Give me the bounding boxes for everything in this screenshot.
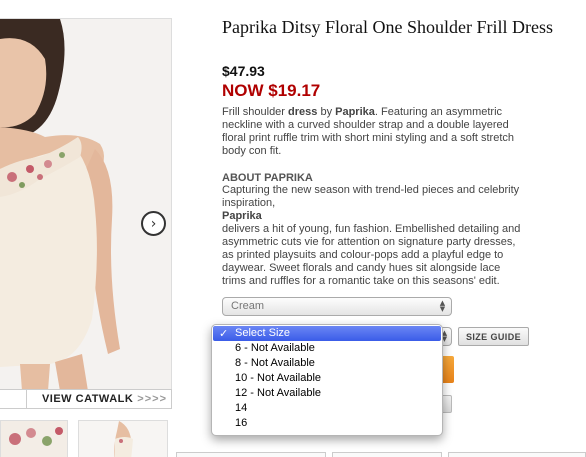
info-tab[interactable] (332, 452, 442, 457)
size-option-select-size[interactable]: ✓ Select Size (213, 326, 441, 341)
about-body: delivers a hit of young, fun fashion. Em… (222, 223, 521, 287)
select-stepper-icon: ▲ ▼ (439, 299, 446, 313)
divider (26, 390, 27, 408)
about-text: Capturing the new season with trend-led … (222, 184, 522, 288)
arrows-icon: >>>> (137, 393, 167, 405)
size-option-10[interactable]: 10 - Not Available (213, 371, 441, 386)
colour-select[interactable]: Cream ▲ ▼ (222, 297, 452, 316)
info-tab[interactable] (176, 452, 326, 457)
product-title: Paprika Ditsy Floral One Shoulder Frill … (222, 17, 553, 37)
description-text: Frill shoulder (222, 106, 289, 118)
about-heading: ABOUT PAPRIKA (222, 172, 313, 184)
chevron-right-icon: › (150, 215, 157, 232)
size-option-12[interactable]: 12 - Not Available (213, 386, 441, 401)
size-option-label: 14 (235, 402, 248, 414)
size-option-label: 12 - Not Available (235, 387, 322, 399)
next-image-button[interactable]: › (141, 211, 166, 236)
size-guide-button[interactable]: SIZE GUIDE (458, 327, 529, 346)
view-catwalk-button[interactable]: VIEW CATWALK >>>> (0, 389, 172, 409)
old-price: $47.93 (222, 63, 265, 79)
checkmark-icon: ✓ (219, 327, 229, 340)
size-option-16[interactable]: 16 (213, 416, 441, 431)
product-description: Frill shoulder dress by Paprika. Featuri… (222, 106, 522, 158)
thumbnail-image (1, 421, 67, 457)
size-option-label: 6 - Not Available (235, 342, 315, 354)
colour-select-value: Cream (231, 300, 265, 312)
brand-name: Paprika (335, 106, 375, 118)
size-option-8[interactable]: 8 - Not Available (213, 356, 441, 371)
about-intro: Capturing the new season with trend-led … (222, 184, 520, 209)
view-catwalk-label: VIEW CATWALK (41, 393, 134, 405)
thumbnail-2[interactable] (78, 420, 168, 457)
size-option-label: 16 (235, 417, 248, 429)
size-option-label: 10 - Not Available (235, 372, 322, 384)
product-main-image: › (0, 18, 172, 390)
size-option-label: 8 - Not Available (235, 357, 315, 369)
thumbnail-image (79, 421, 167, 457)
description-bold: dress (288, 106, 318, 118)
description-text: by (317, 106, 336, 118)
size-option-label: Select Size (235, 327, 291, 339)
sale-price: NOW $19.17 (222, 81, 321, 100)
about-brand: Paprika (222, 210, 262, 222)
size-dropdown-menu[interactable]: ✓ Select Size 6 - Not Available 8 - Not … (211, 324, 443, 436)
size-option-6[interactable]: 6 - Not Available (213, 341, 441, 356)
thumbnail-1[interactable] (0, 420, 68, 457)
model-photo (0, 19, 171, 389)
info-tab[interactable] (448, 452, 586, 457)
size-option-14[interactable]: 14 (213, 401, 441, 416)
